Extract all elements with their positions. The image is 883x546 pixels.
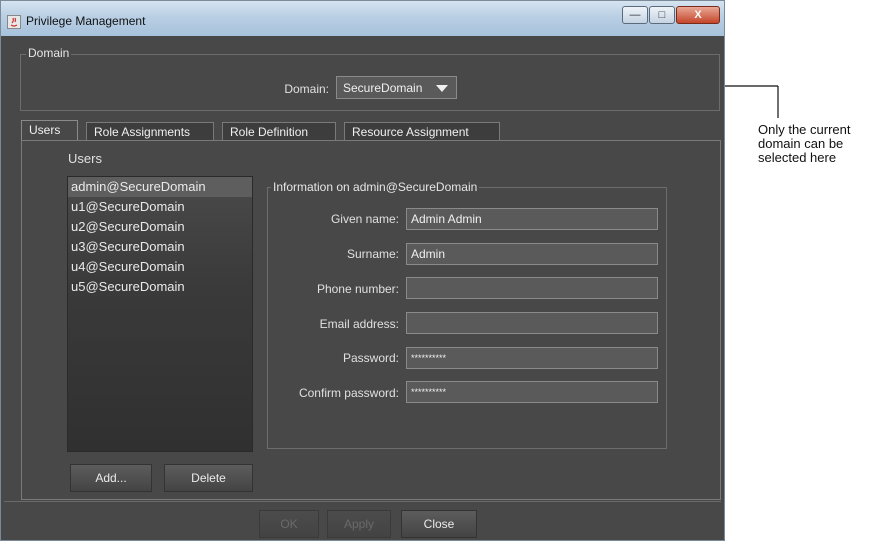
- password-field[interactable]: **********: [406, 347, 658, 369]
- list-item[interactable]: u4@SecureDomain: [68, 257, 252, 277]
- list-item[interactable]: u2@SecureDomain: [68, 217, 252, 237]
- tab-users[interactable]: Users: [21, 120, 78, 141]
- users-list[interactable]: admin@SecureDomain u1@SecureDomain u2@Se…: [67, 176, 253, 452]
- user-info-legend: Information on admin@SecureDomain: [271, 180, 480, 194]
- apply-button[interactable]: Apply: [327, 510, 391, 538]
- chevron-down-icon: [436, 85, 448, 92]
- domain-group-legend: Domain: [26, 46, 72, 60]
- list-item[interactable]: admin@SecureDomain: [68, 177, 252, 197]
- window-title: Privilege Management: [26, 14, 146, 28]
- surname-field[interactable]: Admin: [406, 243, 658, 265]
- list-item[interactable]: u5@SecureDomain: [68, 277, 252, 297]
- password-label: Password:: [342, 351, 399, 365]
- domain-dropdown[interactable]: SecureDomain: [336, 76, 457, 99]
- confirm-password-field[interactable]: **********: [406, 381, 658, 403]
- java-app-icon: [7, 15, 21, 29]
- tab-role-definition[interactable]: Role Definition: [222, 122, 336, 141]
- title-bar[interactable]: Privilege Management — □ X: [1, 1, 724, 36]
- tab-role-assignments[interactable]: Role Assignments: [86, 122, 214, 141]
- list-item[interactable]: u1@SecureDomain: [68, 197, 252, 217]
- tab-resource-assignment[interactable]: Resource Assignment: [344, 122, 500, 141]
- phone-number-field[interactable]: [406, 277, 658, 299]
- footer-divider: [4, 501, 721, 502]
- minimize-button[interactable]: —: [622, 6, 648, 24]
- list-item[interactable]: u3@SecureDomain: [68, 237, 252, 257]
- maximize-button[interactable]: □: [649, 6, 675, 24]
- email-address-field[interactable]: [406, 312, 658, 334]
- phone-number-label: Phone number:: [316, 282, 399, 296]
- confirm-password-label: Confirm password:: [298, 386, 399, 400]
- close-window-button[interactable]: X: [676, 6, 720, 24]
- privilege-management-dialog: Privilege Management — □ X Domain Domain…: [0, 0, 725, 541]
- given-name-field[interactable]: Admin Admin: [406, 208, 658, 230]
- users-heading: Users: [68, 151, 102, 166]
- domain-dropdown-value: SecureDomain: [343, 81, 423, 95]
- given-name-label: Given name:: [330, 212, 399, 226]
- delete-user-button[interactable]: Delete: [164, 464, 253, 492]
- surname-label: Surname:: [346, 247, 399, 261]
- email-address-label: Email address:: [319, 317, 399, 331]
- ok-button[interactable]: OK: [259, 510, 319, 538]
- domain-label: Domain:: [284, 82, 329, 96]
- add-user-button[interactable]: Add...: [70, 464, 152, 492]
- callout-text: Only the current domain can be selected …: [758, 122, 851, 165]
- close-button[interactable]: Close: [401, 510, 477, 538]
